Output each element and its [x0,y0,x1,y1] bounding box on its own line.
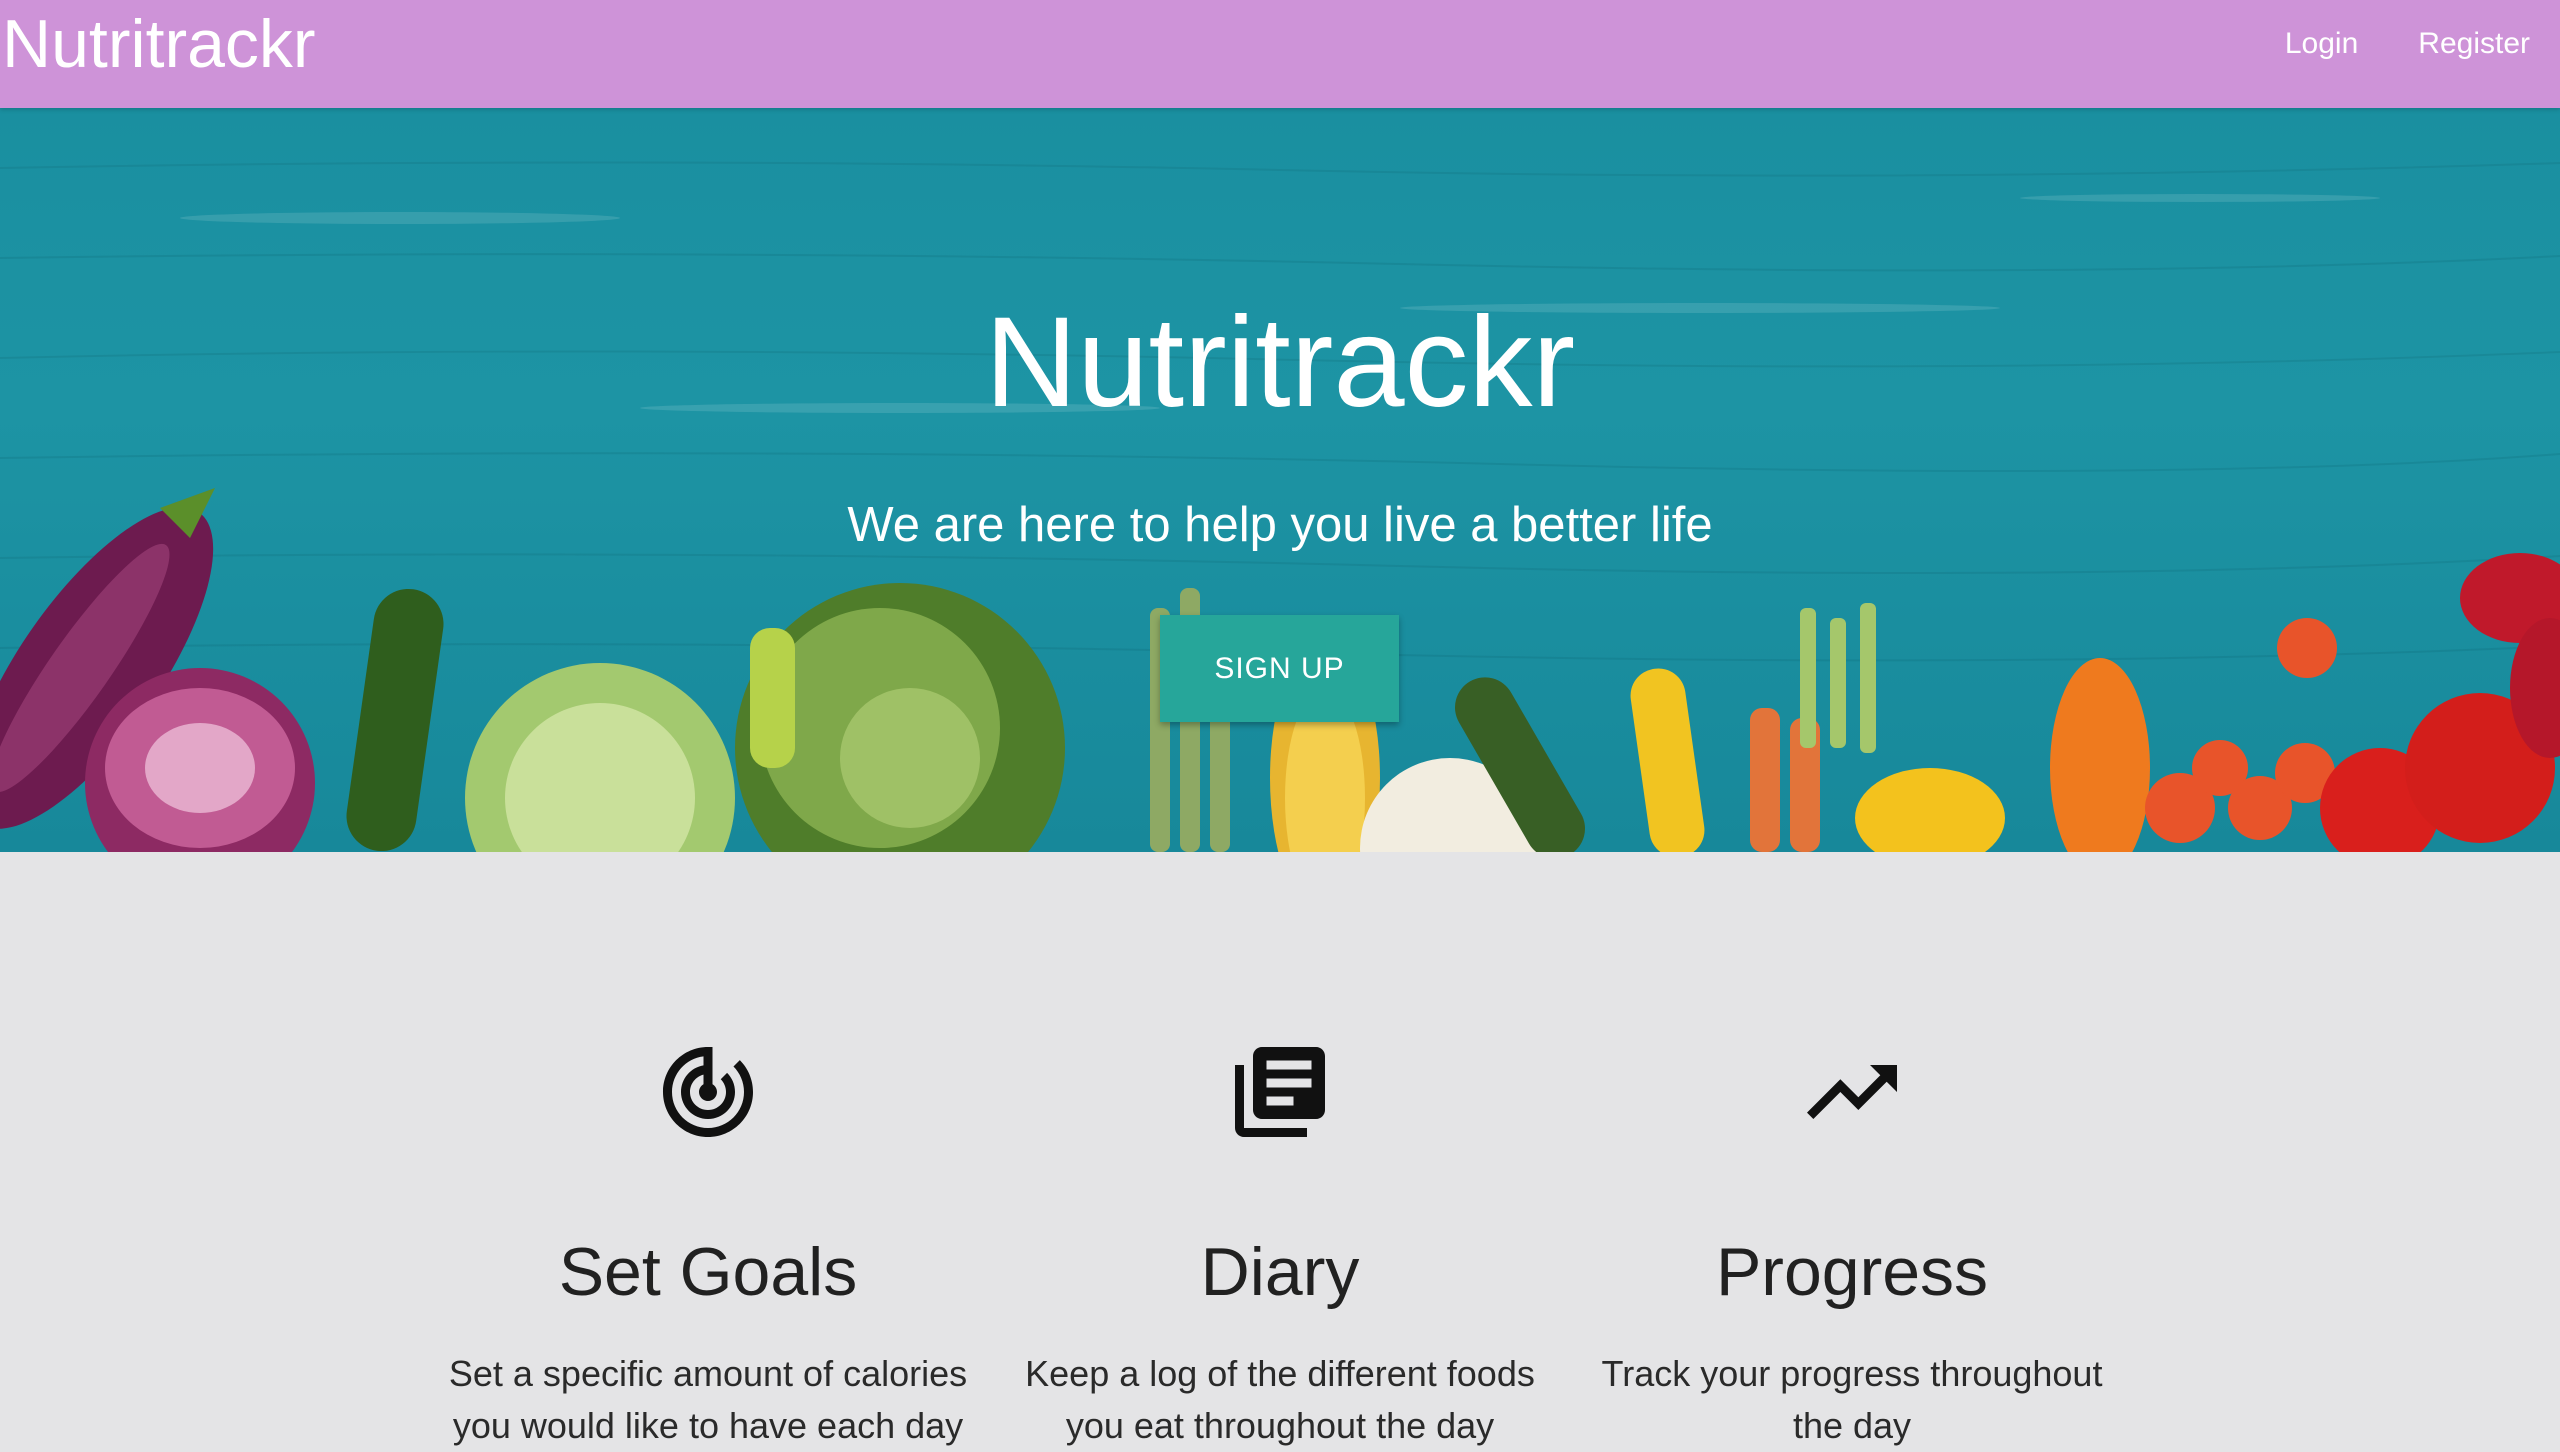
register-link[interactable]: Register [2388,22,2530,66]
navbar: Nutritrackr Login Register [0,0,2560,108]
feature-title: Diary [1200,1234,1360,1310]
hero-title: Nutritrackr [984,291,1576,434]
signup-button[interactable]: SIGN UP [1160,615,1399,722]
feature-title: Set Goals [558,1234,858,1310]
hero-banner: Nutritrackr We are here to help you live… [0,108,2560,852]
library-books-icon [1235,1047,1325,1137]
hero-subtitle: We are here to help you live a better li… [847,498,1713,552]
login-link[interactable]: Login [2255,22,2388,66]
brand-logo[interactable]: Nutritrackr [2,4,316,84]
features-section: Set Goals Set a specific amount of calor… [0,852,2560,1446]
feature-description: Track your progress throughout the day [1601,1353,2103,1446]
feature-description: Set a specific amount of calories you wo… [448,1353,968,1446]
trending-up-icon [1807,1065,1897,1119]
track-changes-icon [663,1047,753,1137]
feature-title: Progress [1715,1234,1989,1310]
nav-links: Login Register [2255,22,2530,66]
vegetables-background-image [0,161,2560,852]
feature-description: Keep a log of the different foods you ea… [1025,1353,1535,1446]
